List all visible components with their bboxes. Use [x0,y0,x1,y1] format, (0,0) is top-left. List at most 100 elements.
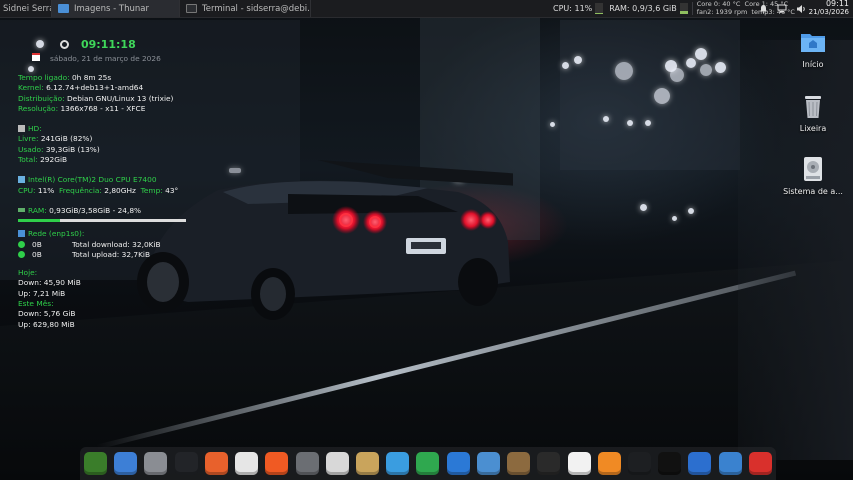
brave-app-icon[interactable] [265,452,289,475]
music-app-icon[interactable] [537,452,561,475]
firefox-app-icon[interactable] [204,452,228,475]
month-download: Down: 5,76 GiB [18,309,76,319]
resolution-value: 1366x768 - x11 - XFCE [60,103,146,113]
hd-total-label: Total: [18,155,38,165]
download-arrow-icon [18,240,25,248]
writer-app-icon[interactable] [446,452,470,475]
cpu-model: Intel(R) Core(TM)2 Duo CPU E7400 [28,175,157,185]
upload-total: Total upload: 32,7KiB [72,249,151,259]
hd-total-value: 292GiB [40,155,68,165]
disk-app-icon[interactable] [476,452,500,475]
ram-usage-meter [18,219,186,223]
alien-app-icon[interactable] [84,452,107,475]
hd-title: HD: [28,124,42,134]
freq-label: Frequência: [59,185,102,195]
network-icon[interactable] [777,0,787,17]
uptime-label: Tempo ligado: [18,73,70,82]
network-card-icon [18,230,25,238]
resolution-label: Resolução: [18,103,59,113]
network-title: Rede (enp1s0): [28,229,85,239]
desktop-icon-label: Lixeira [799,124,827,133]
desktop-icon-filesystem[interactable]: Sistema de a... [781,155,845,196]
terminal2-app-icon[interactable] [658,452,682,475]
clock-date: 21/03/2026 [808,8,849,16]
uptime-value: 0h 8m 25s [71,73,112,82]
terminal-icon [186,4,197,13]
download-speed: 0B [32,239,42,249]
memory-icon [18,207,25,212]
box-app-icon[interactable] [718,452,742,475]
taskbar-item-thunar[interactable]: Imagens - Thunar [52,0,180,17]
desktop-icon-trash[interactable]: Lixeira [781,92,845,133]
ram-usage-bar [679,3,688,14]
ram-usage-label: RAM: 0,9/3,6 GiB [609,4,677,13]
ram-label: RAM: [28,205,47,215]
today-download: Down: 45,90 MiB [18,278,81,288]
user-menu[interactable]: Sidnei Serra [0,0,52,17]
vlc-app-icon[interactable] [597,452,621,475]
system-monitor-app-icon[interactable] [627,452,651,475]
hd-free-value: 241GiB (82%) [40,134,93,144]
conky-clock-icon [60,40,69,49]
sensor-temp: temp3: 46 °C [751,7,795,16]
dock [80,447,776,480]
cpu-usage-bar [595,3,604,14]
music-settings-app-icon[interactable] [567,452,591,475]
hd-free-label: Livre: [18,134,39,144]
conky-date: sábado, 21 de março de 2026 [50,54,161,63]
chrome-app-icon[interactable] [235,452,259,475]
desktop-icon-label: Início [802,60,824,69]
month-upload: Up: 629,80 MiB [18,319,75,329]
image-viewer-app-icon[interactable] [507,452,531,475]
upload-arrow-icon [18,250,25,258]
user-name: Sidnei Serra [3,3,52,14]
volume-icon[interactable] [796,0,807,17]
freq-value: 2,80GHz [104,185,136,195]
taskbar-item-label: Terminal - sidserra@debi... [202,3,311,14]
harddisk-icon [18,125,25,133]
temp-value: 43° [165,185,179,195]
kernel-label: Kernel: [18,83,44,93]
spreadsheet-app-icon[interactable] [416,452,440,475]
month-title: Este Mês: [18,299,54,309]
taskbar-item-label: Imagens - Thunar [74,3,149,14]
clock-time: 09:11 [825,0,849,8]
workspaces-app-icon[interactable] [688,452,712,475]
ram-value: 0,93GiB/3,58GiB - 24,8% [49,205,142,215]
distro-label: Distribuição: [18,93,65,103]
conky-widget: Tempo ligado: 0h 8m 25s Kernel: 6.12.74+… [18,73,218,330]
cpu-chip-icon [18,176,25,184]
panel-clock[interactable]: 09:11 21/03/2026 [809,0,849,16]
settings-app-icon[interactable] [144,452,168,475]
cpu-value: 11% [37,185,55,195]
folder-icon [58,4,69,13]
upload-speed: 0B [32,249,42,259]
calendar-icon [32,53,40,61]
today-upload: Up: 7,21 MiB [18,288,66,298]
distro-value: Debian GNU/Linux 13 (trixie) [66,93,174,103]
temp-label: Temp: [140,185,163,195]
terminal-app-icon[interactable] [174,452,198,475]
trash-icon [799,92,827,120]
notifications-icon[interactable] [759,0,768,17]
power-app-icon[interactable] [748,452,772,475]
hd-used-label: Usado: [18,144,44,154]
filesystem-drive-icon [799,155,827,183]
calculator-app-icon[interactable] [295,452,319,475]
archive-app-icon[interactable] [355,452,379,475]
desktop-icon-label: Sistema de a... [783,187,843,196]
home-folder-icon [799,28,827,56]
cpu-usage-label: CPU: 11% [553,4,593,13]
finder-app-icon[interactable] [114,452,138,475]
download-total: Total download: 32,0KiB [72,239,161,249]
today-title: Hoje: [18,268,38,278]
conky-time: 09:11:18 [81,38,136,51]
sensor-fan: fan2: 1939 rpm [696,7,748,16]
screenshot-app-icon[interactable] [325,452,349,475]
hd-used-value: 39,3GiB (13%) [45,144,100,154]
telegram-app-icon[interactable] [386,452,410,475]
taskbar-item-terminal[interactable]: Terminal - sidserra@debi... [180,0,311,17]
cpu-label: CPU: [18,185,36,195]
desktop-icon-home[interactable]: Início [781,28,845,69]
kernel-value: 6.12.74+deb13+1-amd64 [46,83,144,93]
